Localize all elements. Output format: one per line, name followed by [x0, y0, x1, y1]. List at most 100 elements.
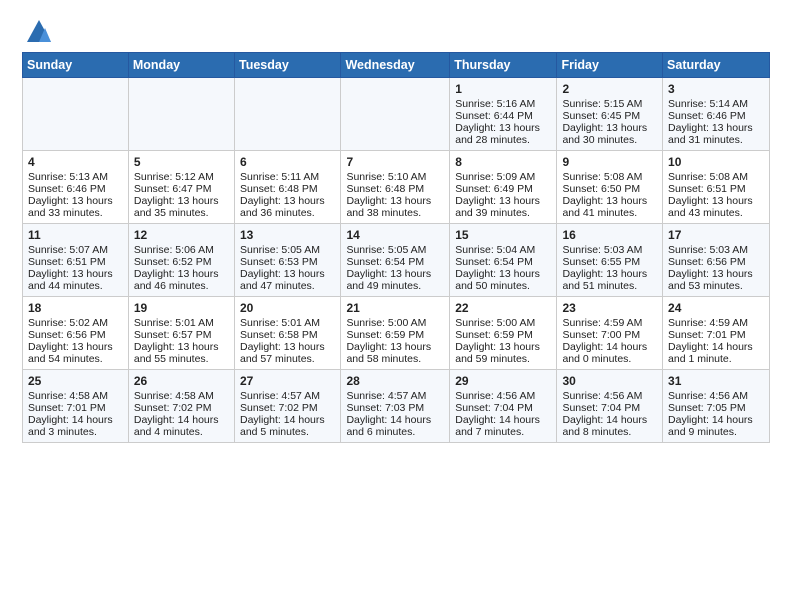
calendar-cell: 10Sunrise: 5:08 AMSunset: 6:51 PMDayligh…	[663, 151, 770, 224]
day-number: 15	[455, 228, 551, 242]
daylight-text: Daylight: 13 hours and 44 minutes.	[28, 268, 123, 292]
calendar-cell: 11Sunrise: 5:07 AMSunset: 6:51 PMDayligh…	[23, 224, 129, 297]
sunset-text: Sunset: 6:54 PM	[455, 256, 551, 268]
daylight-text: Daylight: 13 hours and 47 minutes.	[240, 268, 335, 292]
calendar-cell: 26Sunrise: 4:58 AMSunset: 7:02 PMDayligh…	[128, 370, 234, 443]
calendar-cell: 14Sunrise: 5:05 AMSunset: 6:54 PMDayligh…	[341, 224, 450, 297]
sunset-text: Sunset: 6:58 PM	[240, 329, 335, 341]
daylight-text: Daylight: 13 hours and 30 minutes.	[562, 122, 657, 146]
sunset-text: Sunset: 7:02 PM	[240, 402, 335, 414]
sunset-text: Sunset: 6:51 PM	[668, 183, 764, 195]
sunrise-text: Sunrise: 5:04 AM	[455, 244, 551, 256]
sunrise-text: Sunrise: 5:12 AM	[134, 171, 229, 183]
daylight-text: Daylight: 13 hours and 43 minutes.	[668, 195, 764, 219]
calendar-cell: 22Sunrise: 5:00 AMSunset: 6:59 PMDayligh…	[450, 297, 557, 370]
sunset-text: Sunset: 6:56 PM	[668, 256, 764, 268]
calendar-week-row: 11Sunrise: 5:07 AMSunset: 6:51 PMDayligh…	[23, 224, 770, 297]
daylight-text: Daylight: 13 hours and 55 minutes.	[134, 341, 229, 365]
daylight-text: Daylight: 14 hours and 5 minutes.	[240, 414, 335, 438]
calendar-header-saturday: Saturday	[663, 53, 770, 78]
calendar-week-row: 18Sunrise: 5:02 AMSunset: 6:56 PMDayligh…	[23, 297, 770, 370]
calendar-cell: 28Sunrise: 4:57 AMSunset: 7:03 PMDayligh…	[341, 370, 450, 443]
sunrise-text: Sunrise: 5:13 AM	[28, 171, 123, 183]
calendar-header-sunday: Sunday	[23, 53, 129, 78]
calendar-cell: 15Sunrise: 5:04 AMSunset: 6:54 PMDayligh…	[450, 224, 557, 297]
calendar-cell: 21Sunrise: 5:00 AMSunset: 6:59 PMDayligh…	[341, 297, 450, 370]
calendar-week-row: 4Sunrise: 5:13 AMSunset: 6:46 PMDaylight…	[23, 151, 770, 224]
day-number: 4	[28, 155, 123, 169]
sunset-text: Sunset: 6:59 PM	[346, 329, 444, 341]
sunset-text: Sunset: 6:45 PM	[562, 110, 657, 122]
sunrise-text: Sunrise: 5:07 AM	[28, 244, 123, 256]
day-number: 8	[455, 155, 551, 169]
daylight-text: Daylight: 13 hours and 35 minutes.	[134, 195, 229, 219]
calendar-header-thursday: Thursday	[450, 53, 557, 78]
calendar-header-monday: Monday	[128, 53, 234, 78]
sunset-text: Sunset: 6:47 PM	[134, 183, 229, 195]
day-number: 14	[346, 228, 444, 242]
calendar-cell: 17Sunrise: 5:03 AMSunset: 6:56 PMDayligh…	[663, 224, 770, 297]
day-number: 29	[455, 374, 551, 388]
daylight-text: Daylight: 13 hours and 46 minutes.	[134, 268, 229, 292]
day-number: 11	[28, 228, 123, 242]
sunrise-text: Sunrise: 5:00 AM	[346, 317, 444, 329]
sunrise-text: Sunrise: 4:59 AM	[668, 317, 764, 329]
day-number: 1	[455, 82, 551, 96]
calendar-cell: 29Sunrise: 4:56 AMSunset: 7:04 PMDayligh…	[450, 370, 557, 443]
calendar-cell: 19Sunrise: 5:01 AMSunset: 6:57 PMDayligh…	[128, 297, 234, 370]
calendar-cell: 31Sunrise: 4:56 AMSunset: 7:05 PMDayligh…	[663, 370, 770, 443]
calendar-cell: 24Sunrise: 4:59 AMSunset: 7:01 PMDayligh…	[663, 297, 770, 370]
sunrise-text: Sunrise: 5:01 AM	[240, 317, 335, 329]
daylight-text: Daylight: 13 hours and 53 minutes.	[668, 268, 764, 292]
sunrise-text: Sunrise: 4:58 AM	[28, 390, 123, 402]
calendar-cell: 20Sunrise: 5:01 AMSunset: 6:58 PMDayligh…	[235, 297, 341, 370]
calendar-cell: 13Sunrise: 5:05 AMSunset: 6:53 PMDayligh…	[235, 224, 341, 297]
logo-icon	[25, 18, 53, 46]
sunset-text: Sunset: 6:54 PM	[346, 256, 444, 268]
sunrise-text: Sunrise: 4:56 AM	[562, 390, 657, 402]
calendar-header-friday: Friday	[557, 53, 663, 78]
calendar-cell	[23, 78, 129, 151]
day-number: 28	[346, 374, 444, 388]
daylight-text: Daylight: 13 hours and 28 minutes.	[455, 122, 551, 146]
sunset-text: Sunset: 7:04 PM	[562, 402, 657, 414]
daylight-text: Daylight: 13 hours and 38 minutes.	[346, 195, 444, 219]
calendar-cell: 30Sunrise: 4:56 AMSunset: 7:04 PMDayligh…	[557, 370, 663, 443]
daylight-text: Daylight: 13 hours and 54 minutes.	[28, 341, 123, 365]
day-number: 27	[240, 374, 335, 388]
sunrise-text: Sunrise: 4:56 AM	[455, 390, 551, 402]
calendar-cell: 4Sunrise: 5:13 AMSunset: 6:46 PMDaylight…	[23, 151, 129, 224]
daylight-text: Daylight: 13 hours and 41 minutes.	[562, 195, 657, 219]
sunset-text: Sunset: 6:44 PM	[455, 110, 551, 122]
calendar-cell: 6Sunrise: 5:11 AMSunset: 6:48 PMDaylight…	[235, 151, 341, 224]
sunrise-text: Sunrise: 5:16 AM	[455, 98, 551, 110]
sunset-text: Sunset: 6:48 PM	[346, 183, 444, 195]
day-number: 3	[668, 82, 764, 96]
calendar-cell: 27 Sunrise: 4:57 AMSunset: 7:02 PMDayligh…	[235, 370, 341, 443]
sunset-text: Sunset: 7:01 PM	[28, 402, 123, 414]
sunset-text: Sunset: 6:49 PM	[455, 183, 551, 195]
sunset-text: Sunset: 6:59 PM	[455, 329, 551, 341]
calendar-cell	[341, 78, 450, 151]
daylight-text: Daylight: 14 hours and 0 minutes.	[562, 341, 657, 365]
calendar-header-wednesday: Wednesday	[341, 53, 450, 78]
sunrise-text: Sunrise: 4:57 AM	[240, 390, 335, 402]
calendar-header-tuesday: Tuesday	[235, 53, 341, 78]
sunset-text: Sunset: 7:03 PM	[346, 402, 444, 414]
calendar-cell: 23Sunrise: 4:59 AMSunset: 7:00 PMDayligh…	[557, 297, 663, 370]
daylight-text: Daylight: 14 hours and 1 minute.	[668, 341, 764, 365]
daylight-text: Daylight: 14 hours and 8 minutes.	[562, 414, 657, 438]
calendar-table: SundayMondayTuesdayWednesdayThursdayFrid…	[22, 52, 770, 443]
calendar-cell: 1 Sunrise: 5:16 AMSunset: 6:44 PMDaylight…	[450, 78, 557, 151]
daylight-text: Daylight: 13 hours and 58 minutes.	[346, 341, 444, 365]
day-number: 18	[28, 301, 123, 315]
sunset-text: Sunset: 6:50 PM	[562, 183, 657, 195]
calendar-cell: 7Sunrise: 5:10 AMSunset: 6:48 PMDaylight…	[341, 151, 450, 224]
day-number: 24	[668, 301, 764, 315]
day-number: 20	[240, 301, 335, 315]
calendar-cell: 8Sunrise: 5:09 AMSunset: 6:49 PMDaylight…	[450, 151, 557, 224]
calendar-cell	[128, 78, 234, 151]
calendar-cell: 25Sunrise: 4:58 AMSunset: 7:01 PMDayligh…	[23, 370, 129, 443]
sunset-text: Sunset: 6:57 PM	[134, 329, 229, 341]
day-number: 26	[134, 374, 229, 388]
